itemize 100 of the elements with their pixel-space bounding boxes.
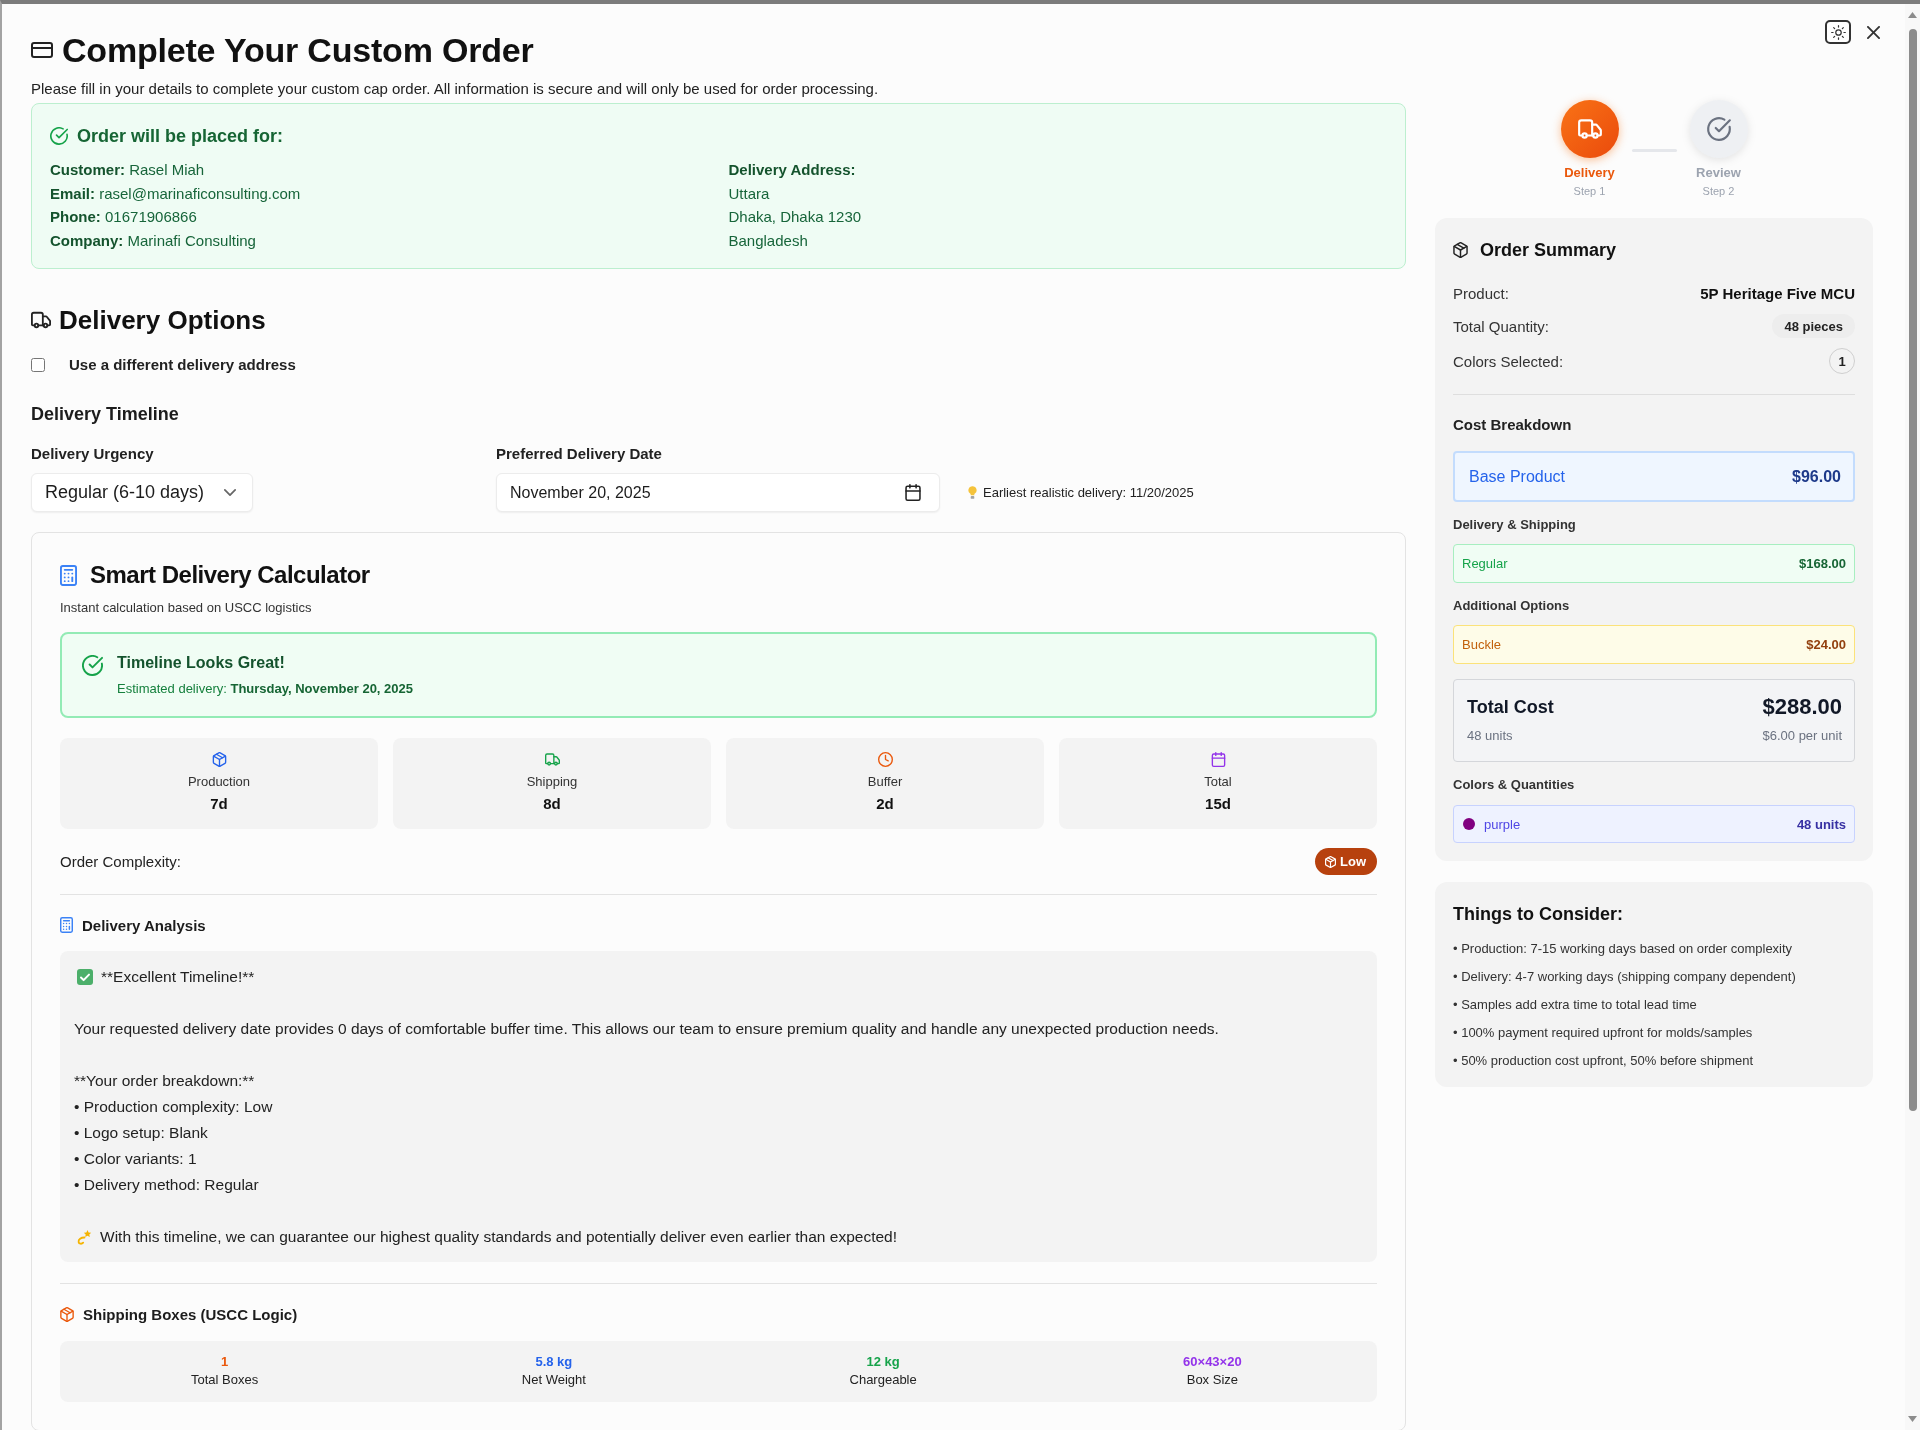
shipping-value: 12 kg [866,1354,900,1370]
color-name: purple [1484,816,1521,832]
urgency-select[interactable]: Regular (6-10 days) [31,473,253,512]
date-field[interactable]: November 20, 2025 [496,473,940,512]
group-title: Delivery & Shipping [1453,516,1577,534]
complexity-label: Order Complexity: [60,853,181,870]
total-units: 48 units [1467,727,1513,745]
cost-title: Cost Breakdown [1453,415,1573,435]
stat-label: Total [1204,774,1232,790]
cost-label: Regular [1462,556,1508,571]
shipping-label: Total Boxes [191,1372,259,1388]
step-caption: Step 1 [1573,184,1606,198]
stat-label: Shipping [526,774,578,790]
field-label: Delivery Urgency [31,444,155,464]
truck-icon [31,310,51,330]
section-title: Delivery Options [59,304,266,337]
summary-label: Product: [1453,284,1509,302]
step-label: Review [1696,165,1741,181]
address-label: Delivery Address: [728,160,857,180]
shipping-value: 60×43×20 [1183,1354,1242,1370]
up-arrow-icon[interactable] [1908,12,1917,18]
box-icon [60,1306,74,1322]
total-price: $288.00 [1762,693,1842,721]
analysis-line: **Your order breakdown:** [74,1071,256,1091]
customer-detail: Company: Marinafi Consulting [50,230,257,251]
cost-price: $96.00 [1792,467,1841,486]
calculator-icon [60,917,73,933]
cost-label: Buckle [1462,637,1502,652]
analysis-list-item: • Color variants: 1 [74,1149,198,1169]
shipping-label: Chargeable [849,1372,917,1388]
stat-label: Production [187,774,251,790]
step-caption: Step 2 [1702,184,1735,198]
checkbox-label: Use a different delivery address [69,356,296,373]
summary-label: Colors Selected: [1453,352,1564,370]
order-info-title: Order will be placed for: [77,125,284,147]
customer-detail: Phone: 01671906866 [50,207,198,227]
cost-price: $168.00 [1799,556,1846,571]
check-circle-icon [50,127,68,145]
consideration-item: • Delivery: 4-7 working days (shipping company dependent) [1453,968,1797,986]
subsection-title: Delivery Timeline [31,403,180,425]
clock-icon [877,752,893,767]
analysis-list-item: • Delivery method: Regular [74,1175,260,1195]
quantity-pill: 48 pieces [1772,314,1855,338]
status-text: Estimated delivery: Thursday, November 20, 2025 [117,680,413,698]
stat-value: 15d [1205,795,1231,813]
lightbulb-icon [968,486,977,499]
considerations-title: Things to Consider: [1453,903,1624,926]
consideration-item: • 50% production cost upfront, 50% before shipment [1453,1052,1755,1070]
analysis-title: Delivery Analysis [82,916,206,934]
summary-title: Order Summary [1480,239,1617,261]
analysis-paragraph: Your requested delivery date provides 0 days of comfortable buffer time. This allows our team to ensure premium quality and handle any unexpected production needs. [74,1019,1220,1039]
complexity-level: Low [1340,854,1366,869]
card-icon [31,42,53,58]
scrollbar-thumb[interactable] [1908,29,1917,1111]
step-label: Delivery [1564,165,1615,181]
close-button[interactable] [1867,25,1880,39]
check-circle-icon[interactable] [1689,100,1748,158]
box-icon [1325,855,1336,868]
consideration-item: • Samples add extra time to total lead time [1453,996,1698,1014]
analysis-list-item: • Logo setup: Blank [74,1123,209,1143]
truck-icon [544,752,560,767]
box-icon [1453,242,1468,258]
calculator-icon [60,564,77,586]
cost-label: Base Product [1469,467,1566,486]
analysis-line: With this timeline, we can guarantee our highest quality standards and potentially deliver even earlier than expected! [100,1227,897,1247]
checkbox[interactable] [31,357,45,372]
summary-label: Total Quantity: [1453,317,1549,335]
stat-value: 2d [876,795,894,813]
summary-value: 5P Heritage Five MCU [1700,284,1855,302]
check-circle-icon [82,655,103,676]
analysis-list-item: • Production complexity: Low [74,1097,274,1117]
truck-icon[interactable] [1560,100,1619,158]
group-title: Additional Options [1453,597,1571,615]
calculator-title: Smart Delivery Calculator [90,560,370,590]
total-label: Total Cost [1467,696,1554,719]
shipping-label: Box Size [1186,1372,1239,1388]
down-arrow-icon[interactable] [1908,1416,1917,1422]
shipping-label: Net Weight [521,1372,586,1388]
shipping-title: Shipping Boxes (USCC Logic) [83,1305,298,1323]
sun-icon [1830,24,1846,40]
analysis-line: **Excellent Timeline!** [101,967,255,987]
group-title: Colors & Quantities [1453,776,1576,794]
shipping-value: 1 [221,1354,229,1370]
calendar-icon [1210,752,1226,767]
customer-detail: Email: rasel@marinaficonsulting.com [50,183,302,204]
status-title: Timeline Looks Great! [117,653,286,673]
consideration-item: • Production: 7-15 working days based on order complexity [1453,940,1794,958]
stat-label: Buffer [867,774,903,790]
swirl-star-icon [77,1229,92,1245]
theme-button[interactable] [1825,20,1851,44]
color-quantity: 48 units [1796,816,1846,832]
delivery-hint: Earliest realistic delivery: 11/20/2025 [983,485,1194,500]
check-square-icon [77,969,93,985]
address-line: Dhaka, Dhaka 1230 [728,207,863,227]
address-line: Bangladesh [728,230,809,251]
close-icon [1867,25,1880,39]
stat-value: 7d [210,795,228,813]
field-label: Preferred Delivery Date [496,444,663,464]
calendar-icon[interactable] [905,484,921,501]
stat-value: 8d [543,795,561,813]
